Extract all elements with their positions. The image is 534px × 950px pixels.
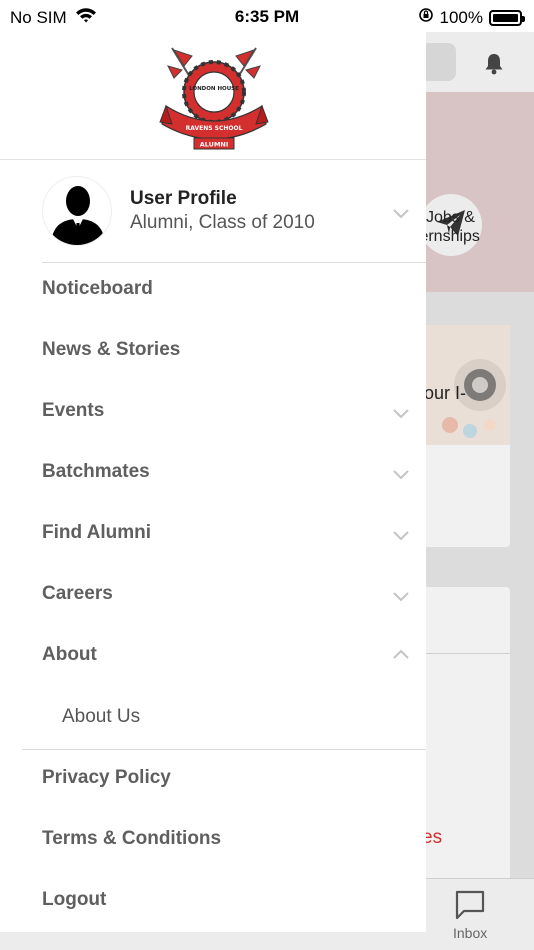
jobs-quick-link-label: Jobs & ternships [415, 208, 530, 246]
menu-item-label: Logout [42, 889, 107, 910]
chevron-down-icon[interactable] [392, 407, 410, 425]
status-right: 100% [418, 7, 525, 28]
menu-item-about[interactable]: About [0, 627, 426, 688]
menu-item-label: News & Stories [42, 339, 181, 360]
crest-text-top: LONDON HOUSE [189, 86, 239, 92]
jobs-label-line2: ternships [415, 228, 480, 245]
menu-item-events[interactable]: Events [0, 383, 426, 444]
content-card-divider [420, 653, 510, 654]
chevron-down-icon[interactable] [392, 590, 410, 608]
orientation-lock-icon [418, 7, 434, 28]
battery-percent: 100% [439, 7, 483, 27]
status-bar: No SIM 6:35 PM 100% [0, 0, 534, 32]
chevron-down-icon[interactable] [392, 207, 410, 225]
profile-subtitle: Alumni, Class of 2010 [130, 212, 315, 233]
menu-item-privacy-policy[interactable]: Privacy Policy [0, 750, 426, 811]
chevron-up-icon[interactable] [392, 647, 410, 665]
menu-item-label: About [42, 644, 97, 665]
menu-item-label: Events [42, 400, 105, 421]
menu-item-label: Noticeboard [42, 278, 153, 299]
menu-item-terms-conditions[interactable]: Terms & Conditions [0, 811, 426, 872]
profile-name: User Profile [130, 188, 237, 209]
chevron-down-icon[interactable] [392, 529, 410, 547]
bell-icon[interactable] [481, 51, 507, 77]
person-silhouette-icon [51, 186, 105, 245]
crest-text-bottom: ALUMNI [200, 141, 229, 149]
menu-item-careers[interactable]: Careers [0, 566, 426, 627]
menu-item-label: Find Alumni [42, 522, 152, 543]
school-crest-logo: LONDON HOUSE RAVENS SCHOOL ALUMNI [158, 40, 270, 152]
battery-icon [489, 9, 525, 26]
navigation-drawer: LONDON HOUSE RAVENS SCHOOL ALUMNI User P… [0, 32, 426, 950]
background-content-card: es [420, 587, 510, 887]
menu-item-label: Batchmates [42, 461, 150, 482]
inbox-icon[interactable] [454, 889, 486, 926]
menu-item-news-stories[interactable]: News & Stories [0, 322, 426, 383]
background-tab-bar: Inbox [420, 878, 534, 950]
menu-item-label: Careers [42, 583, 113, 604]
battery-fill [493, 13, 518, 22]
chevron-down-icon[interactable] [392, 468, 410, 486]
background-feature-card[interactable]: our I- [420, 325, 510, 547]
submenu-item-about-us[interactable]: About Us [0, 689, 426, 750]
tab-inbox-label[interactable]: Inbox [453, 925, 487, 941]
drawer-bottom-bar [0, 932, 426, 950]
feature-card-text: our I- [424, 383, 467, 403]
crest-text-ribbon: RAVENS SCHOOL [186, 125, 243, 132]
menu-item-batchmates[interactable]: Batchmates [0, 444, 426, 505]
menu-item-label: Privacy Policy [42, 767, 171, 788]
submenu-item-label: About Us [62, 706, 141, 727]
menu-item-logout[interactable]: Logout [0, 872, 426, 933]
avatar [42, 176, 112, 246]
profile-section[interactable]: User Profile Alumni, Class of 2010 [0, 160, 426, 263]
drawer-logo-area: LONDON HOUSE RAVENS SCHOOL ALUMNI [0, 32, 426, 159]
jobs-label-line1: Jobs & [426, 209, 475, 226]
menu-item-label: Terms & Conditions [42, 828, 222, 849]
menu-item-noticeboard[interactable]: Noticeboard [0, 261, 426, 322]
menu-item-find-alumni[interactable]: Find Alumni [0, 505, 426, 566]
